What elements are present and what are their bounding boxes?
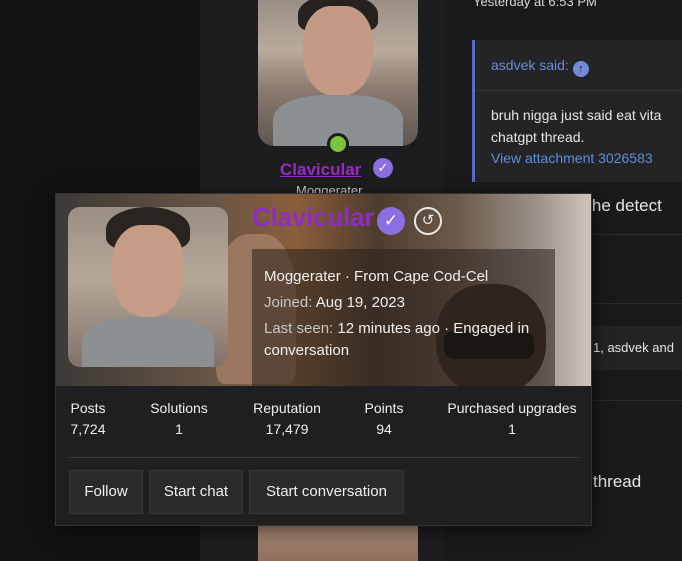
reactions-text[interactable]: 1, asdvek and: [593, 340, 674, 355]
avatar-face: [303, 6, 373, 96]
verified-badge-icon: ✓: [373, 158, 393, 178]
member-avatar[interactable]: [68, 207, 228, 367]
stat-purchased-upgrades[interactable]: Purchased upgrades 1: [443, 400, 581, 437]
post-text: thread: [593, 472, 642, 491]
stat-value: 7,724: [70, 421, 106, 437]
post-timestamp[interactable]: Yesterday at 6:53 PM: [473, 0, 597, 9]
stat-value: 1: [508, 421, 516, 437]
quote-divider: [475, 90, 682, 91]
stat-reputation[interactable]: Reputation 17,479: [248, 400, 326, 437]
start-chat-button[interactable]: Start chat: [149, 470, 243, 514]
follow-button[interactable]: Follow: [69, 470, 143, 514]
member-tooltip: Clavicular ✓ ↺ Moggerater · From Cape Co…: [55, 193, 592, 526]
stat-value: 94: [376, 421, 392, 437]
member-joined: Joined: Aug 19, 2023: [264, 292, 405, 314]
stat-label: Reputation: [253, 400, 321, 416]
stat-label: Posts: [70, 400, 106, 416]
last-seen-label: Last seen:: [264, 320, 334, 337]
stat-points[interactable]: Points 94: [362, 400, 406, 437]
start-conversation-button[interactable]: Start conversation: [249, 470, 404, 514]
stat-value: 1: [175, 421, 183, 437]
divider: [69, 457, 579, 458]
stat-value: 17,479: [265, 421, 309, 437]
stat-label: Purchased upgrades: [447, 400, 577, 416]
stat-label: Points: [364, 400, 404, 416]
author-avatar[interactable]: [258, 0, 418, 146]
quote-line: bruh nigga just said eat vita: [491, 107, 662, 123]
post-caret: [445, 0, 455, 16]
quote-block: asdvek said: ↑ bruh nigga just said eat v…: [472, 40, 682, 182]
verified-badge-icon: ✓: [377, 207, 405, 235]
quote-author[interactable]: asdvek said:: [491, 57, 569, 73]
author-username-link[interactable]: Clavicular: [280, 160, 361, 180]
avatar-face: [112, 225, 184, 317]
stat-solutions[interactable]: Solutions 1: [147, 400, 211, 437]
member-stats: Posts 7,724 Solutions 1 Reputation 17,47…: [56, 400, 591, 450]
online-status-icon: [327, 133, 349, 155]
profile-banner: Clavicular ✓ ↺ Moggerater · From Cape Co…: [56, 194, 591, 386]
stat-label: Solutions: [150, 400, 208, 416]
member-last-seen: Last seen: 12 minutes ago · Engaged in c…: [264, 318, 554, 362]
stat-posts[interactable]: Posts 7,724: [70, 400, 106, 437]
history-icon[interactable]: ↺: [414, 207, 442, 235]
arrow-up-circle-icon[interactable]: ↑: [572, 61, 589, 77]
member-username-link[interactable]: Clavicular: [252, 202, 374, 233]
member-title-location: Moggerater · From Cape Cod-Cel: [264, 268, 489, 285]
avatar-shirt: [82, 317, 214, 367]
quote-body: bruh nigga just said eat vita chatgpt th…: [491, 104, 682, 148]
joined-value: Aug 19, 2023: [315, 294, 405, 311]
joined-label: Joined:: [264, 294, 313, 311]
quote-header[interactable]: asdvek said: ↑: [491, 57, 589, 77]
view-attachment-link[interactable]: View attachment 3026583: [491, 150, 653, 166]
quote-line: chatgpt thread.: [491, 129, 585, 145]
next-author-avatar[interactable]: [258, 522, 418, 561]
